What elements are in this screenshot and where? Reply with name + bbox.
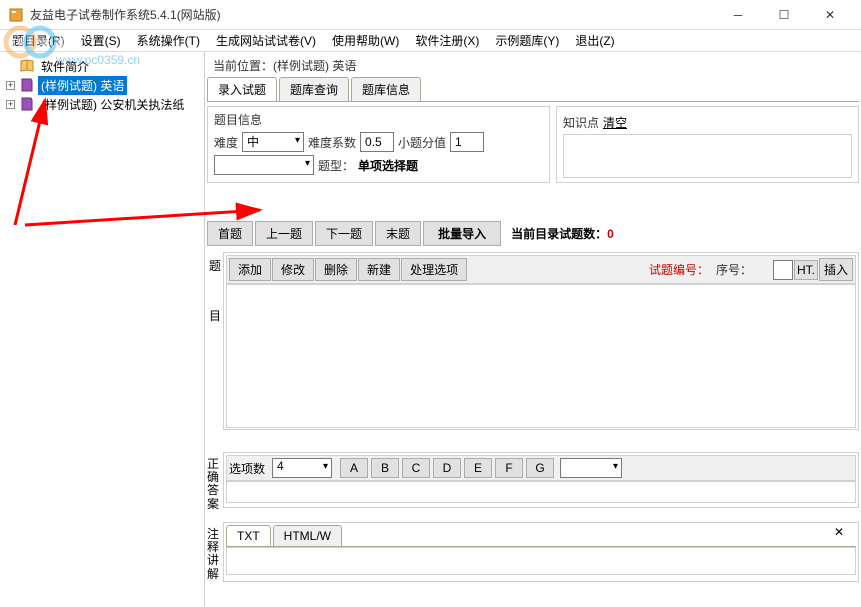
coeff-input[interactable] bbox=[360, 132, 394, 152]
add-button[interactable]: 添加 bbox=[229, 258, 271, 281]
window-title: 友益电子试卷制作系统5.4.1(网站版) bbox=[30, 6, 715, 23]
menu-generate[interactable]: 生成网站试试卷(V) bbox=[208, 30, 324, 51]
tree-sidebar: 软件简介 + (样例试题) 英语 + (样例试题) 公安机关执法纸 bbox=[0, 52, 205, 607]
tab-info[interactable]: 题库信息 bbox=[351, 77, 421, 101]
seq-label: 序号： bbox=[716, 261, 752, 278]
modify-button[interactable]: 修改 bbox=[272, 258, 314, 281]
letter-a[interactable]: A bbox=[340, 458, 368, 478]
tree-label: (样例试题) 公安机关执法纸 bbox=[38, 95, 187, 114]
book-icon bbox=[19, 96, 35, 112]
answer-toolbar: 选项数 4 A B C D E F G bbox=[226, 455, 856, 481]
tab-txt[interactable]: TXT bbox=[226, 525, 271, 546]
close-icon[interactable]: ✕ bbox=[834, 525, 844, 539]
menu-catalog[interactable]: 题目录(R) bbox=[4, 30, 73, 51]
letter-e[interactable]: E bbox=[464, 458, 492, 478]
ht-button[interactable]: HT. bbox=[794, 260, 818, 280]
main-tabs: 录入试题 题库查询 题库信息 bbox=[207, 77, 859, 102]
answer-text[interactable] bbox=[226, 481, 856, 503]
expand-icon[interactable]: + bbox=[6, 81, 15, 90]
first-button[interactable]: 首题 bbox=[207, 221, 253, 246]
optcount-label: 选项数 bbox=[229, 460, 265, 477]
tree-item-english[interactable]: + (样例试题) 英语 bbox=[2, 76, 202, 94]
close-button[interactable]: ✕ bbox=[807, 0, 853, 30]
breadcrumb: 当前位置：(样例试题) 英语 bbox=[207, 54, 859, 77]
difficulty-select[interactable]: 中 bbox=[242, 132, 304, 152]
question-toolbar: 添加 修改 删除 新建 处理选项 试题编号： 序号： HT. 插入 bbox=[226, 255, 856, 284]
tab-input[interactable]: 录入试题 bbox=[207, 77, 277, 101]
difficulty-label: 难度 bbox=[214, 134, 238, 151]
answer-vlabel: 正确答案 bbox=[207, 452, 223, 508]
category-select[interactable] bbox=[214, 155, 314, 175]
last-button[interactable]: 末题 bbox=[375, 221, 421, 246]
menu-exit[interactable]: 退出(Z) bbox=[567, 30, 622, 51]
bulk-import-button[interactable]: 批量导入 bbox=[423, 221, 501, 246]
options-button[interactable]: 处理选项 bbox=[401, 258, 467, 281]
question-editor[interactable] bbox=[226, 284, 856, 428]
menu-system[interactable]: 系统操作(T) bbox=[129, 30, 208, 51]
tree-item-intro[interactable]: 软件简介 bbox=[2, 57, 202, 75]
delete-button[interactable]: 删除 bbox=[315, 258, 357, 281]
nav-panel: 首题 上一题 下一题 末题 批量导入 当前目录试题数：0 bbox=[207, 221, 859, 246]
menu-examples[interactable]: 示例题库(Y) bbox=[487, 30, 567, 51]
optcount-select[interactable]: 4 bbox=[272, 458, 332, 478]
seq-input[interactable] bbox=[773, 260, 793, 280]
menubar: 题目录(R) 设置(S) 系统操作(T) 生成网站试试卷(V) 使用帮助(W) … bbox=[0, 30, 861, 52]
maximize-button[interactable]: ☐ bbox=[761, 0, 807, 30]
answer-extra-select[interactable] bbox=[560, 458, 622, 478]
tree-item-police[interactable]: + (样例试题) 公安机关执法纸 bbox=[2, 95, 202, 113]
question-info-panel: 题目信息 难度 中 难度系数 小题分值 题型： 单项选择题 bbox=[207, 106, 550, 183]
next-button[interactable]: 下一题 bbox=[315, 221, 373, 246]
tab-query[interactable]: 题库查询 bbox=[279, 77, 349, 101]
knowledge-label: 知识点 bbox=[563, 114, 599, 131]
knowledge-text[interactable] bbox=[563, 134, 852, 178]
letter-g[interactable]: G bbox=[526, 458, 554, 478]
explain-vlabel: 注释讲解 bbox=[207, 522, 223, 582]
app-icon bbox=[8, 7, 24, 23]
coeff-label: 难度系数 bbox=[308, 134, 356, 151]
tab-html[interactable]: HTML/W bbox=[273, 525, 342, 546]
menu-register[interactable]: 软件注册(X) bbox=[407, 30, 487, 51]
panel-title: 题目信息 bbox=[214, 111, 543, 128]
type-value: 单项选择题 bbox=[358, 157, 418, 174]
new-button[interactable]: 新建 bbox=[358, 258, 400, 281]
letter-f[interactable]: F bbox=[495, 458, 523, 478]
knowledge-panel: 知识点 清空 bbox=[556, 106, 859, 183]
book-icon bbox=[19, 77, 35, 93]
letter-d[interactable]: D bbox=[433, 458, 461, 478]
explain-editor[interactable] bbox=[226, 547, 856, 575]
letter-c[interactable]: C bbox=[402, 458, 430, 478]
score-input[interactable] bbox=[450, 132, 484, 152]
letter-b[interactable]: B bbox=[371, 458, 399, 478]
id-label: 试题编号： bbox=[649, 261, 709, 278]
score-label: 小题分值 bbox=[398, 134, 446, 151]
expand-icon[interactable]: + bbox=[6, 100, 15, 109]
tree-label: 软件简介 bbox=[38, 57, 92, 76]
book-icon bbox=[19, 58, 35, 74]
tree-label: (样例试题) 英语 bbox=[38, 76, 127, 95]
question-vlabel: 题目 bbox=[207, 252, 223, 430]
count-info: 当前目录试题数：0 bbox=[511, 225, 614, 242]
prev-button[interactable]: 上一题 bbox=[255, 221, 313, 246]
insert-button[interactable]: 插入 bbox=[819, 258, 853, 281]
minimize-button[interactable]: ─ bbox=[715, 0, 761, 30]
menu-help[interactable]: 使用帮助(W) bbox=[324, 30, 407, 51]
menu-settings[interactable]: 设置(S) bbox=[73, 30, 129, 51]
type-label: 题型： bbox=[318, 157, 354, 174]
clear-link[interactable]: 清空 bbox=[603, 114, 627, 131]
